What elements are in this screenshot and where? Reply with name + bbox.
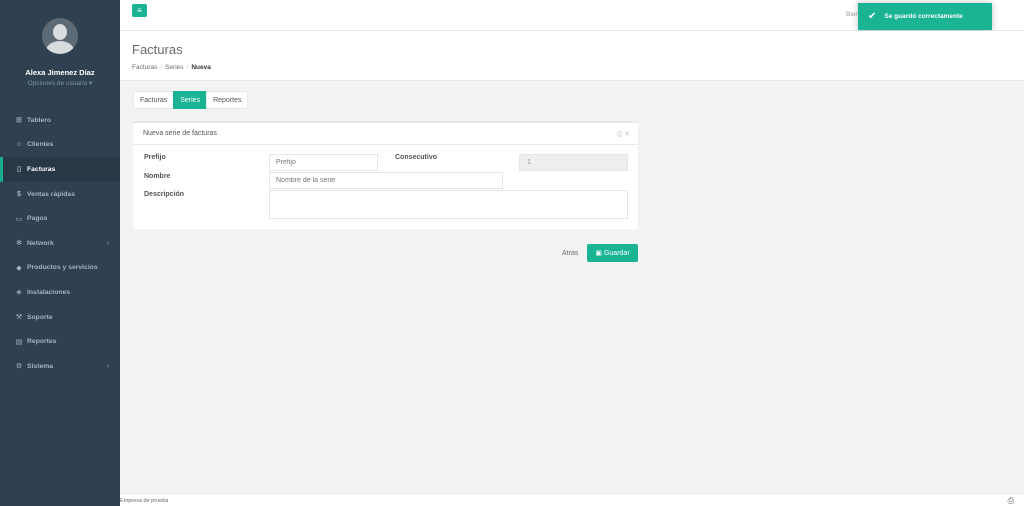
- toast-message: Se guardó correctamente: [884, 13, 963, 20]
- breadcrumb-facturas[interactable]: Facturas: [132, 64, 157, 71]
- breadcrumb-series[interactable]: Series: [165, 64, 183, 71]
- page-heading: Facturas Facturas / Series / Nueva: [120, 31, 1024, 81]
- floppy-icon: ▣: [595, 250, 602, 257]
- tool-icon: ⚒: [15, 314, 23, 322]
- sidebar-item-network[interactable]: ✻ Network ‹: [0, 231, 120, 256]
- tab-facturas[interactable]: Facturas: [133, 91, 175, 109]
- section-tabs: Facturas Series Reportes: [133, 91, 249, 109]
- sidebar-item-ventas-rapidas[interactable]: $ Ventas rápidas: [0, 182, 120, 207]
- profile: Alexa Jimenez Díaz Opciones de usuario ▾: [0, 0, 120, 104]
- sidebar: Alexa Jimenez Díaz Opciones de usuario ▾…: [0, 0, 120, 506]
- sidebar-item-facturas[interactable]: ▯ Facturas: [0, 157, 120, 182]
- nombre-input[interactable]: [269, 172, 503, 189]
- money-icon: ▭: [15, 215, 23, 223]
- company-name: Empresa de prueba: [120, 498, 169, 504]
- page-title: Facturas: [132, 42, 183, 57]
- file-icon: ▯: [17, 166, 21, 174]
- dollar-icon: $: [17, 190, 21, 198]
- prefijo-label: Prefijo: [144, 154, 166, 161]
- panel-title: Nueva serie de facturas ⎙ ✕: [133, 121, 638, 145]
- success-toast[interactable]: ✔ Se guardó correctamente: [858, 3, 992, 30]
- hamburger-icon: ≡: [137, 6, 142, 15]
- sidebar-item-tablero[interactable]: ⊞ Tablero: [0, 108, 120, 133]
- footer: Empresa de prueba ⎙: [120, 493, 1024, 506]
- breadcrumb: Facturas / Series / Nueva: [132, 64, 211, 71]
- user-options-dropdown[interactable]: Opciones de usuario ▾: [0, 79, 120, 87]
- tab-series[interactable]: Series: [173, 91, 208, 109]
- descripcion-label: Descripción: [144, 191, 185, 198]
- chevron-left-icon: ‹: [106, 239, 109, 247]
- sidebar-item-productos[interactable]: ◆ Productos y servicios: [0, 256, 120, 281]
- sidebar-item-pagos[interactable]: ▭ Pagos: [0, 206, 120, 231]
- users-icon: ☺: [15, 141, 23, 149]
- sidebar-nav: ⊞ Tablero ☺ Clientes ▯ Facturas $ Ventas ráp…: [0, 108, 120, 379]
- network-icon: ✻: [16, 240, 22, 248]
- chevron-left-icon: ‹: [106, 362, 109, 370]
- nombre-label: Nombre: [144, 173, 171, 180]
- top-navbar: ≡ Bien ✔ Se guardó correctamente: [120, 0, 1024, 31]
- cogs-icon: ⚙: [15, 363, 23, 371]
- consecutivo-label: Consecutivo: [395, 154, 438, 161]
- descripcion-textarea[interactable]: [269, 190, 628, 219]
- tag-icon: ◆: [16, 264, 22, 272]
- check-icon: ✔: [868, 11, 877, 22]
- avatar[interactable]: [42, 18, 78, 54]
- profile-name: Alexa Jimenez Díaz: [25, 68, 95, 77]
- sidebar-item-reportes[interactable]: ▤ Reportes: [0, 329, 120, 354]
- chart-icon: ▤: [15, 338, 23, 346]
- new-series-panel: Nueva serie de facturas ⎙ ✕ Prefijo Cons…: [133, 121, 638, 229]
- tab-reportes[interactable]: Reportes: [206, 91, 249, 109]
- breadcrumb-current: Nueva: [191, 64, 211, 71]
- sidebar-item-clientes[interactable]: ☺ Clientes: [0, 133, 120, 158]
- prefijo-input[interactable]: [269, 154, 378, 171]
- wrench-icon: ◈: [16, 289, 22, 297]
- sidebar-item-soporte[interactable]: ⚒ Soporte: [0, 305, 120, 330]
- save-button[interactable]: ▣ Guardar: [587, 244, 638, 262]
- printer-icon[interactable]: ⎙: [1008, 496, 1014, 506]
- back-button[interactable]: Atras: [558, 244, 582, 262]
- sidebar-item-sistema[interactable]: ⚙ Sistema ‹: [0, 354, 120, 379]
- panel-tools-icons[interactable]: ⎙ ✕: [617, 130, 630, 139]
- consecutivo-field: 1: [519, 154, 628, 171]
- dashboard-icon: ⊞: [16, 117, 22, 125]
- menu-toggle-button[interactable]: ≡: [132, 4, 147, 17]
- sidebar-item-instalaciones[interactable]: ◈ Instalaciones: [0, 280, 120, 305]
